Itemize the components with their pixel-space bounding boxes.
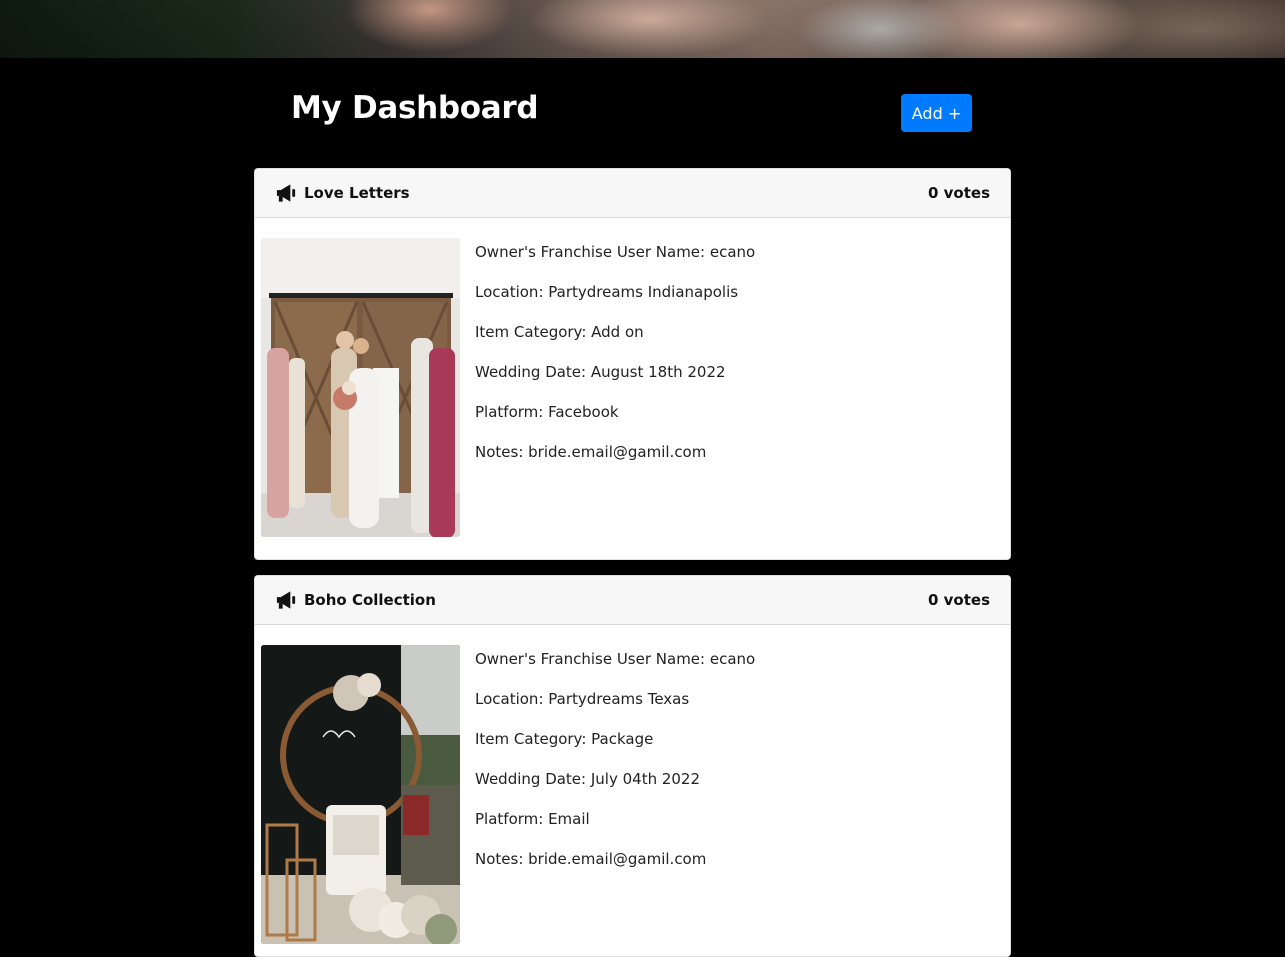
item-card: Boho Collection 0 votes Owner's Franchis…: [254, 575, 1011, 957]
item-category: Item Category: Add on: [475, 323, 644, 341]
dashboard-header: My Dashboard Add +: [254, 86, 1010, 142]
hero-overlay: [0, 0, 1285, 58]
wedding-date: Wedding Date: August 18th 2022: [475, 363, 726, 381]
notes: Notes: bride.email@gamil.com: [475, 443, 707, 461]
boho-photo: [261, 645, 460, 944]
megaphone-icon: [276, 184, 296, 202]
item-card: Love Letters 0 votes Owner's Franchise U…: [254, 168, 1011, 560]
location: Location: Partydreams Texas: [475, 690, 690, 708]
wedding-photo: [261, 238, 460, 537]
location: Location: Partydreams Indianapolis: [475, 283, 739, 301]
owner-username: Owner's Franchise User Name: ecano: [475, 243, 756, 261]
platform: Platform: Email: [475, 810, 590, 828]
notes: Notes: bride.email@gamil.com: [475, 850, 707, 868]
card-header: Love Letters 0 votes: [255, 169, 1010, 218]
wedding-date: Wedding Date: July 04th 2022: [475, 770, 701, 788]
item-category: Item Category: Package: [475, 730, 654, 748]
card-title: Boho Collection: [304, 591, 436, 609]
add-button[interactable]: Add +: [901, 94, 972, 132]
megaphone-icon: [276, 591, 296, 609]
page-title: My Dashboard: [291, 90, 539, 126]
card-details: Owner's Franchise User Name: ecano Locat…: [475, 241, 995, 481]
owner-username: Owner's Franchise User Name: ecano: [475, 650, 756, 668]
vote-count: 0 votes: [927, 591, 990, 609]
card-details: Owner's Franchise User Name: ecano Locat…: [475, 648, 995, 888]
vote-count: 0 votes: [927, 184, 990, 202]
card-header: Boho Collection 0 votes: [255, 576, 1010, 625]
card-title: Love Letters: [304, 184, 410, 202]
platform: Platform: Facebook: [475, 403, 619, 421]
